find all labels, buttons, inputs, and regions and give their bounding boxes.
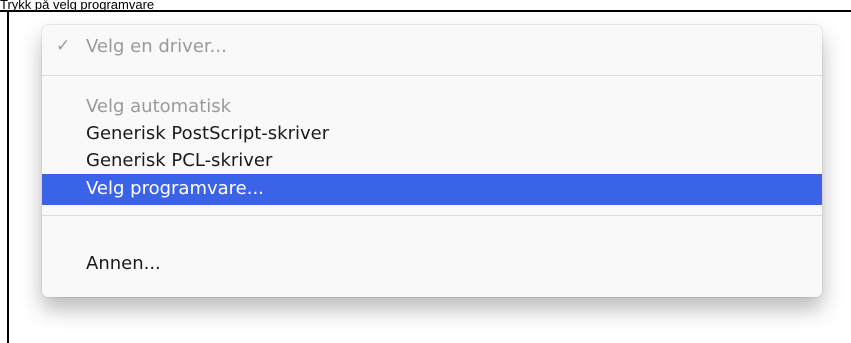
menu-item-select-software[interactable]: Velg programvare...	[42, 174, 822, 205]
menu-item-label: Annen...	[86, 253, 161, 274]
menu-item-choose-automatically: Velg automatisk	[42, 93, 822, 120]
menu-item-choose-driver: ✓ Velg en driver...	[42, 33, 822, 60]
menu-item-generic-postscript-printer[interactable]: Generisk PostScript-skriver	[42, 120, 822, 147]
menu-item-label: Generisk PostScript-skriver	[86, 123, 330, 144]
menu-item-label: Generisk PCL-skriver	[86, 150, 273, 171]
menu-item-label: Velg programvare...	[86, 178, 264, 199]
menu-item-label: Velg en driver...	[86, 36, 227, 57]
menu-item-generic-pcl-printer[interactable]: Generisk PCL-skriver	[42, 147, 822, 174]
checkmark-icon: ✓	[56, 36, 71, 56]
menu-item-other[interactable]: Annen...	[42, 250, 822, 277]
menu-separator	[42, 215, 822, 216]
driver-popup-menu: ✓ Velg en driver... Velg automatisk Gene…	[42, 25, 822, 297]
menu-item-label: Velg automatisk	[86, 96, 232, 117]
menu-separator	[42, 75, 822, 76]
